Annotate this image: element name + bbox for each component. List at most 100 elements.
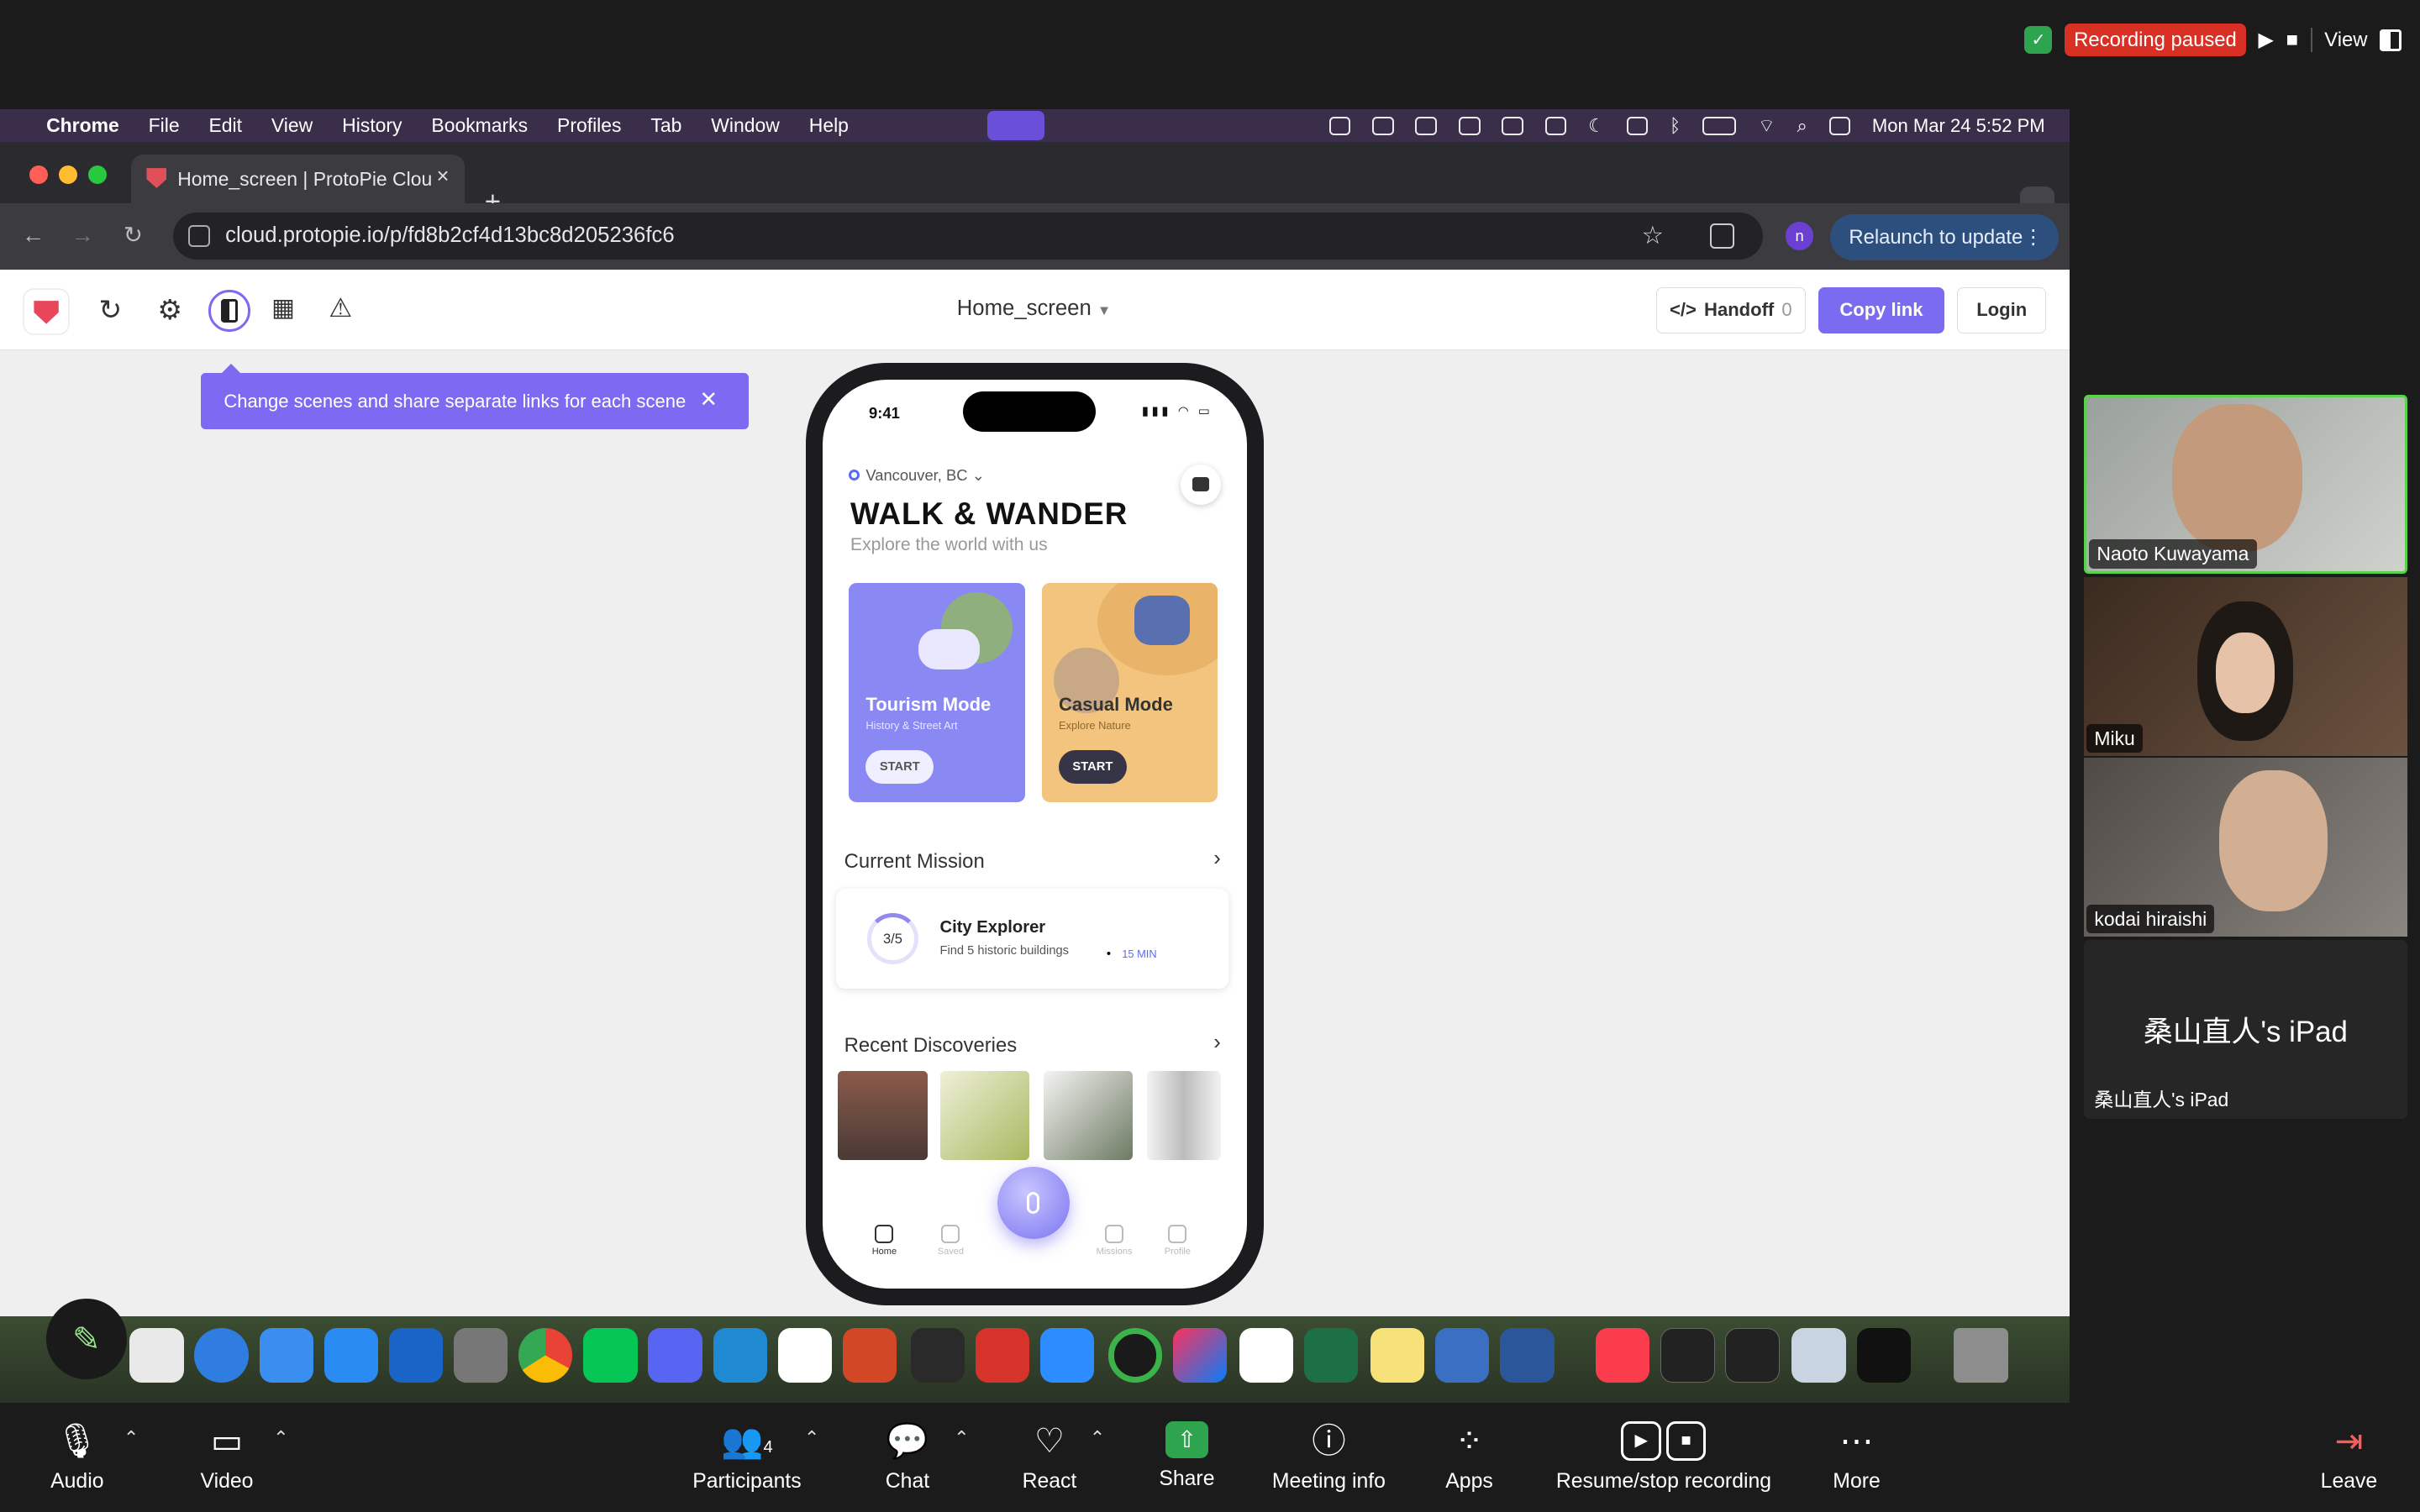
casual-start-button[interactable]: START: [1058, 749, 1127, 784]
video-button[interactable]: ▭ Video: [194, 1421, 259, 1494]
freeform-icon[interactable]: [1239, 1328, 1294, 1383]
participant-tile[interactable]: kodai hiraishi: [2083, 757, 2408, 937]
apple-tv-icon[interactable]: [1856, 1328, 1911, 1383]
discord-icon[interactable]: [648, 1328, 702, 1383]
profile-avatar[interactable]: n: [1786, 222, 1814, 250]
annotate-pen-icon[interactable]: ✎: [46, 1299, 127, 1379]
app-store-icon[interactable]: [324, 1328, 378, 1383]
more-button[interactable]: ⋯ More: [1828, 1421, 1884, 1494]
line-icon[interactable]: [583, 1328, 638, 1383]
phone-screen[interactable]: 9:41 ▮▮▮ ◠ ▭ Vancouver, BC ⌄ WALK & WAND…: [822, 379, 1248, 1289]
battery-icon[interactable]: [1702, 116, 1737, 135]
activity-icon[interactable]: [1107, 1328, 1163, 1383]
tourism-start-button[interactable]: START: [865, 749, 934, 784]
menubar-datetime[interactable]: Mon Mar 24 5:52 PM: [1872, 115, 2045, 137]
minimize-window-button[interactable]: [58, 165, 77, 184]
menu-app-chrome[interactable]: Chrome: [46, 114, 119, 137]
weather-icon[interactable]: [1372, 116, 1394, 135]
play-icon[interactable]: ▶: [2259, 28, 2274, 52]
warning-icon[interactable]: ⚠: [329, 293, 352, 323]
scene-selector[interactable]: Home_screen ▼: [957, 297, 1112, 321]
zoom-window-button[interactable]: [87, 165, 107, 184]
menu-edit[interactable]: Edit: [209, 114, 243, 137]
menu-view[interactable]: View: [271, 114, 313, 137]
protopie-logo[interactable]: [24, 290, 68, 333]
shield-menu-icon[interactable]: [1502, 116, 1523, 135]
stop-icon[interactable]: ■: [2286, 29, 2298, 52]
video-options-chevron-icon[interactable]: ⌃: [273, 1427, 288, 1449]
handoff-button[interactable]: </> Handoff 0: [1655, 286, 1806, 333]
sync-icon[interactable]: [1458, 116, 1481, 135]
vscode-icon[interactable]: [713, 1328, 767, 1383]
acrobat-icon[interactable]: [975, 1328, 1030, 1383]
menu-help[interactable]: Help: [809, 114, 849, 137]
menu-tab[interactable]: Tab: [650, 114, 681, 137]
bluetooth-icon[interactable]: ᛒ: [1670, 115, 1681, 137]
menu-profiles[interactable]: Profiles: [557, 114, 622, 137]
login-button[interactable]: Login: [1956, 286, 2047, 333]
restart-icon[interactable]: ↻: [99, 293, 123, 327]
qr-code-icon[interactable]: ▦: [271, 293, 295, 323]
share-button[interactable]: ⇧ Share: [1156, 1420, 1218, 1491]
back-icon[interactable]: ←: [22, 222, 45, 249]
apps-button[interactable]: ⁘ Apps: [1441, 1421, 1497, 1494]
preview-icon[interactable]: [1791, 1328, 1846, 1383]
mail-icon[interactable]: [259, 1328, 313, 1383]
extensions-icon[interactable]: [1710, 223, 1735, 249]
mission-card[interactable]: 3/5 City Explorer Find 5 historic buildi…: [836, 888, 1228, 990]
system-settings-icon[interactable]: [453, 1328, 508, 1383]
discovery-image-building[interactable]: [838, 1070, 928, 1161]
slack-icon[interactable]: [777, 1328, 832, 1383]
layout-icon[interactable]: [2380, 29, 2402, 51]
gear-icon[interactable]: ⚙: [157, 293, 182, 327]
trash-icon[interactable]: [1954, 1328, 2008, 1383]
tab-saved[interactable]: Saved: [928, 1225, 974, 1257]
moon-icon[interactable]: ☾: [1588, 115, 1605, 137]
participant-tile[interactable]: Miku: [2083, 576, 2408, 756]
discovery-image-birch[interactable]: [1146, 1070, 1221, 1161]
menu-window[interactable]: Window: [711, 114, 780, 137]
device-frame-icon[interactable]: [208, 290, 250, 332]
intellij-icon[interactable]: [1172, 1328, 1228, 1383]
powerpoint-icon[interactable]: [842, 1328, 897, 1383]
casual-mode-card[interactable]: Casual Mode Explore Nature START: [1041, 583, 1218, 803]
site-settings-icon[interactable]: [188, 225, 210, 247]
close-tooltip-icon[interactable]: ✕: [700, 387, 718, 412]
close-tab-icon[interactable]: ×: [436, 165, 449, 189]
recording-button[interactable]: ▶ ■ Resume/stop recording: [1549, 1420, 1778, 1494]
tab-missions[interactable]: Missions: [1092, 1225, 1138, 1257]
notes-icon[interactable]: [1370, 1328, 1425, 1383]
location-selector[interactable]: Vancouver, BC ⌄: [849, 466, 985, 485]
url-field[interactable]: cloud.protopie.io/p/fd8b2cf4d13bc8d20523…: [172, 213, 1763, 260]
search-icon[interactable]: ⌕: [1797, 115, 1807, 137]
glasses-icon[interactable]: [1415, 116, 1438, 135]
keyboard-icon[interactable]: [1626, 116, 1649, 135]
recording-status-badge[interactable]: Recording paused: [2065, 24, 2246, 57]
audio-options-chevron-icon[interactable]: ⌃: [124, 1427, 139, 1449]
tab-home[interactable]: Home: [861, 1225, 908, 1257]
participant-tile[interactable]: Naoto Kuwayama: [2083, 395, 2408, 575]
kebab-menu-icon[interactable]: ⋮: [2023, 225, 2044, 249]
voice-mic-button[interactable]: [997, 1166, 1070, 1239]
music-icon[interactable]: [1596, 1328, 1650, 1383]
leave-button[interactable]: ⇥ Leave: [2318, 1421, 2380, 1494]
copy-link-button[interactable]: Copy link: [1818, 286, 1945, 333]
menu-history[interactable]: History: [342, 114, 402, 137]
browser-tab[interactable]: Home_screen | ProtoPie Clou ×: [131, 154, 465, 204]
wifi-icon[interactable]: ⌔: [1758, 114, 1776, 138]
control-center-icon[interactable]: [1828, 116, 1851, 135]
audio-button[interactable]: 🎙 Audio: [46, 1421, 108, 1494]
chevron-right-icon[interactable]: ›: [1213, 1031, 1221, 1055]
close-window-button[interactable]: [29, 165, 48, 184]
participant-tile[interactable]: 桑山直人's iPad 桑山直人's iPad: [2083, 939, 2408, 1119]
reload-icon[interactable]: ↻: [124, 222, 143, 249]
word-icon[interactable]: [1500, 1328, 1555, 1383]
launchpad-icon[interactable]: [129, 1328, 184, 1383]
zoom-icon[interactable]: [1039, 1328, 1095, 1383]
view-button[interactable]: View: [2324, 29, 2367, 52]
relaunch-button[interactable]: Relaunch to update ⋮: [1830, 214, 2060, 261]
participants-options-chevron-icon[interactable]: ⌃: [804, 1427, 819, 1449]
camera-button[interactable]: [1181, 464, 1221, 505]
tourism-mode-card[interactable]: Tourism Mode History & Street Art START: [849, 583, 1025, 803]
safari-icon[interactable]: [194, 1328, 249, 1383]
